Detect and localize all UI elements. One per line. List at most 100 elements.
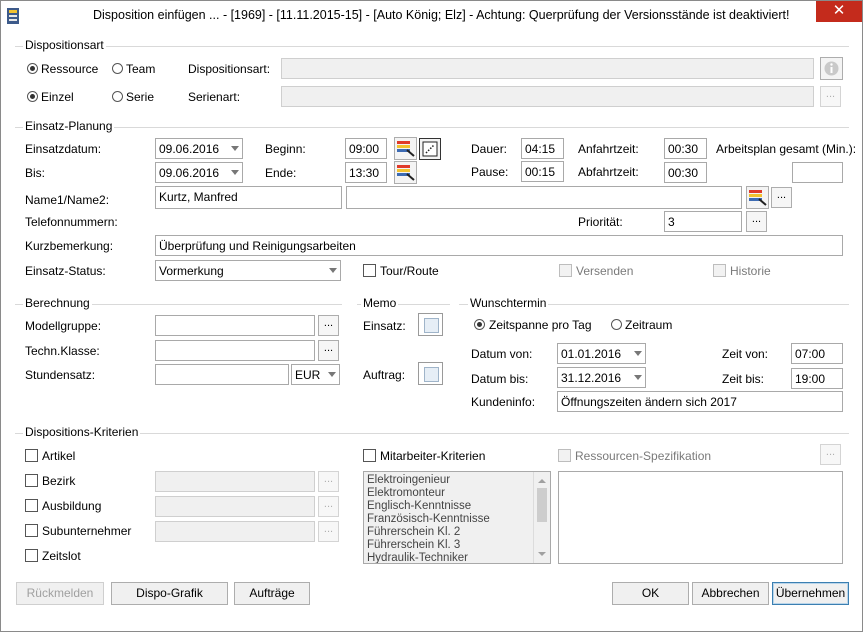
name-more-button[interactable]: ... bbox=[771, 187, 792, 208]
datum-bis-label: Datum bis: bbox=[471, 372, 529, 386]
stundensatz-input[interactable] bbox=[155, 364, 289, 385]
modellgruppe-more-button[interactable]: ... bbox=[318, 315, 339, 336]
schedule-icon bbox=[397, 165, 415, 181]
artikel-label: Artikel bbox=[42, 449, 76, 463]
name-label: Name1/Name2: bbox=[25, 193, 110, 207]
bezirk-checkbox[interactable] bbox=[25, 474, 38, 487]
mitarbeiter-list-items: Elektroingenieur Elektromonteur Englisch… bbox=[364, 472, 550, 563]
einsatzdatum-picker[interactable]: 09.06.2016 bbox=[155, 138, 243, 159]
subunternehmer-field bbox=[155, 521, 315, 542]
subunternehmer-label: Subunternehmer bbox=[42, 524, 132, 538]
radio-zeitspanne[interactable] bbox=[474, 319, 485, 330]
subunternehmer-more-button: ... bbox=[318, 521, 339, 542]
kundeninfo-label: Kundeninfo: bbox=[471, 395, 536, 409]
beginn-schedule-button[interactable] bbox=[394, 137, 417, 160]
list-item[interactable]: Englisch-Kenntnisse bbox=[364, 500, 550, 513]
app-icon bbox=[7, 8, 19, 24]
pause-label: Pause: bbox=[471, 165, 509, 179]
datum-von-value: 01.01.2016 bbox=[561, 347, 622, 361]
waehrung-select[interactable]: EUR bbox=[291, 364, 340, 385]
group-planung-title: Einsatz-Planung bbox=[23, 119, 115, 133]
ressourcen-list[interactable] bbox=[558, 471, 843, 564]
waehrung-value: EUR bbox=[295, 368, 321, 382]
address-schedule-button[interactable] bbox=[746, 186, 769, 209]
ende-schedule-button[interactable] bbox=[394, 161, 417, 184]
list-item[interactable]: Elektroingenieur bbox=[364, 474, 550, 487]
einsatzdatum-value: 09.06.2016 bbox=[159, 142, 220, 156]
kurzbemerkung-input[interactable]: Überprüfung und Reinigungsarbeiten bbox=[155, 235, 843, 256]
tour-checkbox[interactable] bbox=[363, 264, 376, 277]
dauer-input[interactable]: 04:15 bbox=[521, 138, 564, 159]
name2-input[interactable] bbox=[346, 186, 742, 209]
techn-klasse-input[interactable] bbox=[155, 340, 315, 361]
ende-input[interactable]: 13:30 bbox=[345, 162, 387, 183]
uebernehmen-button[interactable]: Übernehmen bbox=[772, 582, 849, 605]
list-item[interactable]: Hydraulik-Techniker bbox=[364, 552, 550, 563]
radio-ressource[interactable] bbox=[27, 63, 38, 74]
radio-ressource-label: Ressource bbox=[41, 62, 99, 76]
list-item[interactable]: Französisch-Kenntnisse bbox=[364, 513, 550, 526]
arbeitsplan-input[interactable] bbox=[792, 162, 843, 183]
group-berechnung-title: Berechnung bbox=[23, 296, 92, 310]
scroll-thumb[interactable] bbox=[537, 488, 547, 522]
status-select[interactable]: Vormerkung bbox=[155, 260, 341, 281]
radio-team[interactable] bbox=[112, 63, 123, 74]
kundeninfo-input[interactable]: Öffnungszeiten ändern sich 2017 bbox=[557, 391, 843, 412]
datum-von-picker[interactable]: 01.01.2016 bbox=[557, 343, 646, 364]
techn-klasse-label: Techn.Klasse: bbox=[25, 344, 100, 358]
versenden-label: Versenden bbox=[576, 264, 634, 278]
bis-picker[interactable]: 09.06.2016 bbox=[155, 162, 243, 183]
radio-zeitraum-label: Zeitraum bbox=[625, 318, 673, 332]
telefon-label: Telefonnummern: bbox=[25, 215, 118, 229]
zeit-bis-input[interactable]: 19:00 bbox=[791, 368, 843, 389]
modellgruppe-input[interactable] bbox=[155, 315, 315, 336]
abbrechen-button[interactable]: Abbrechen bbox=[692, 582, 769, 605]
name1-input[interactable]: Kurtz, Manfred bbox=[155, 186, 342, 209]
radio-einzel[interactable] bbox=[27, 91, 38, 102]
list-item[interactable]: Führerschein Kl. 3 bbox=[364, 539, 550, 552]
anfahrtzeit-input[interactable]: 00:30 bbox=[664, 138, 707, 159]
ausbildung-field bbox=[155, 496, 315, 517]
abfahrtzeit-label: Abfahrtzeit: bbox=[578, 165, 639, 179]
chevron-down-icon bbox=[231, 170, 239, 175]
beginn-input[interactable]: 09:00 bbox=[345, 138, 387, 159]
chevron-down-icon bbox=[328, 372, 336, 377]
prioritaet-input[interactable]: 3 bbox=[664, 211, 742, 232]
chevron-down-icon bbox=[231, 146, 239, 151]
subunternehmer-checkbox[interactable] bbox=[25, 524, 38, 537]
mitarbeiter-list[interactable]: Elektroingenieur Elektromonteur Englisch… bbox=[363, 471, 551, 564]
prioritaet-more-button[interactable]: ... bbox=[746, 211, 767, 232]
ok-button[interactable]: OK bbox=[612, 582, 689, 605]
mitarbeiter-checkbox[interactable] bbox=[363, 449, 376, 462]
datum-bis-picker[interactable]: 31.12.2016 bbox=[557, 367, 646, 388]
group-divider bbox=[15, 127, 849, 128]
mitarbeiter-label: Mitarbeiter-Kriterien bbox=[380, 449, 486, 463]
abfahrtzeit-input[interactable]: 00:30 bbox=[664, 162, 707, 183]
radio-serie[interactable] bbox=[112, 91, 123, 102]
tour-label: Tour/Route bbox=[380, 264, 439, 278]
rueckmelden-button: Rückmelden bbox=[16, 582, 104, 605]
auftraege-button[interactable]: Aufträge bbox=[234, 582, 310, 605]
pause-input[interactable]: 00:15 bbox=[521, 161, 564, 182]
radio-zeitspanne-label: Zeitspanne pro Tag bbox=[489, 318, 592, 332]
artikel-checkbox[interactable] bbox=[25, 449, 38, 462]
ausbildung-checkbox[interactable] bbox=[25, 499, 38, 512]
zeitslot-checkbox[interactable] bbox=[25, 549, 38, 562]
list-scrollbar[interactable] bbox=[533, 472, 550, 563]
list-item[interactable]: Führerschein Kl. 2 bbox=[364, 526, 550, 539]
memo-auftrag-button[interactable] bbox=[418, 362, 443, 385]
list-item[interactable]: Elektromonteur bbox=[364, 487, 550, 500]
memo-einsatz-button[interactable] bbox=[418, 313, 443, 336]
window-title: Disposition einfügen ... - [1969] - [11.… bbox=[93, 8, 790, 22]
memo-auftrag-label: Auftrag: bbox=[363, 368, 406, 382]
clock-button[interactable] bbox=[419, 138, 441, 160]
techn-klasse-more-button[interactable]: ... bbox=[318, 340, 339, 361]
close-button[interactable]: ✕ bbox=[816, 1, 862, 22]
info-icon bbox=[824, 61, 839, 76]
radio-zeitraum[interactable] bbox=[611, 319, 622, 330]
bis-label: Bis: bbox=[25, 166, 46, 180]
zeit-von-label: Zeit von: bbox=[722, 347, 769, 361]
dispo-grafik-button[interactable]: Dispo-Grafik bbox=[111, 582, 228, 605]
zeit-von-input[interactable]: 07:00 bbox=[791, 343, 843, 364]
chevron-down-icon bbox=[634, 351, 642, 356]
